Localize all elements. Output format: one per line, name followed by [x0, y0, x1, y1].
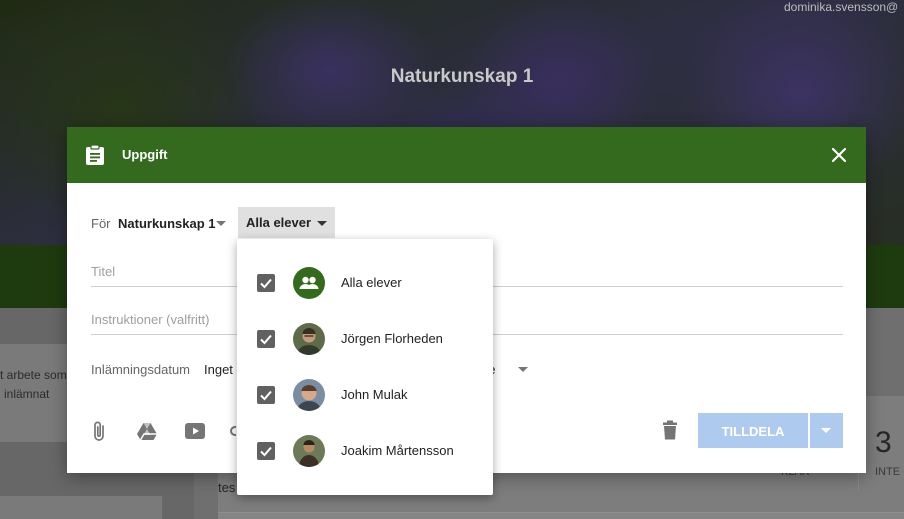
- due-date-selector[interactable]: Inget: [204, 362, 233, 377]
- assign-button[interactable]: TILLDELA: [698, 413, 808, 448]
- chevron-down-icon: [821, 428, 831, 433]
- drive-icon[interactable]: [136, 420, 158, 442]
- class-chevron-down-icon[interactable]: [216, 221, 226, 226]
- avatar: [293, 435, 325, 467]
- upcoming-text-line1: t arbete som: [0, 368, 67, 382]
- close-icon[interactable]: [829, 145, 849, 165]
- stat-not-done-number: 3: [875, 426, 892, 459]
- menu-item-student[interactable]: Jörgen Florheden: [237, 311, 493, 367]
- menu-item-label: Jörgen Florheden: [341, 331, 443, 346]
- attach-icon[interactable]: [89, 420, 111, 442]
- due-date-label: Inlämningsdatum: [91, 362, 190, 377]
- stream-snippet: tes: [218, 480, 236, 495]
- stream-card-inner: [218, 512, 904, 519]
- menu-item-student[interactable]: Joakim Mårtensson: [237, 423, 493, 479]
- students-selector-button[interactable]: Alla elever: [238, 207, 335, 238]
- class-selector[interactable]: Naturkunskap 1: [118, 216, 216, 231]
- dialog-title: Uppgift: [122, 147, 168, 162]
- assign-options-button[interactable]: [810, 413, 843, 448]
- checkbox-checked[interactable]: [257, 442, 275, 460]
- students-dropdown-menu: Alla elever Jörgen Florheden John Mulak …: [237, 239, 493, 495]
- menu-item-label: Joakim Mårtensson: [341, 443, 454, 458]
- for-label: För: [91, 216, 111, 231]
- course-title: Naturkunskap 1: [390, 66, 534, 87]
- menu-item-label: Alla elever: [341, 275, 402, 290]
- checkbox-checked[interactable]: [257, 330, 275, 348]
- topic-chevron-down-icon[interactable]: [518, 367, 528, 372]
- chevron-down-icon: [317, 221, 328, 227]
- checkbox-checked[interactable]: [257, 386, 275, 404]
- avatar: [293, 379, 325, 411]
- upcoming-text-line2: inlämnat: [4, 387, 50, 401]
- checkbox-checked[interactable]: [257, 274, 275, 292]
- group-icon: [293, 267, 325, 299]
- menu-item-all-students[interactable]: Alla elever: [237, 255, 493, 311]
- menu-item-student[interactable]: John Mulak: [237, 367, 493, 423]
- assignment-icon: [85, 144, 105, 166]
- link-icon[interactable]: [230, 420, 236, 442]
- dialog-header: Uppgift: [67, 127, 866, 183]
- youtube-icon[interactable]: [184, 420, 206, 442]
- title-placeholder: Titel: [91, 264, 116, 279]
- students-selector-label: Alla elever: [246, 215, 312, 230]
- instructions-placeholder: Instruktioner (valfritt): [91, 312, 210, 327]
- left-card-bottom: [0, 496, 162, 519]
- trash-icon[interactable]: [661, 420, 679, 440]
- stat-not-done-label: INTE: [875, 466, 901, 478]
- avatar: [293, 323, 325, 355]
- menu-item-label: John Mulak: [341, 387, 408, 402]
- user-email[interactable]: dominika.svensson@: [784, 0, 904, 14]
